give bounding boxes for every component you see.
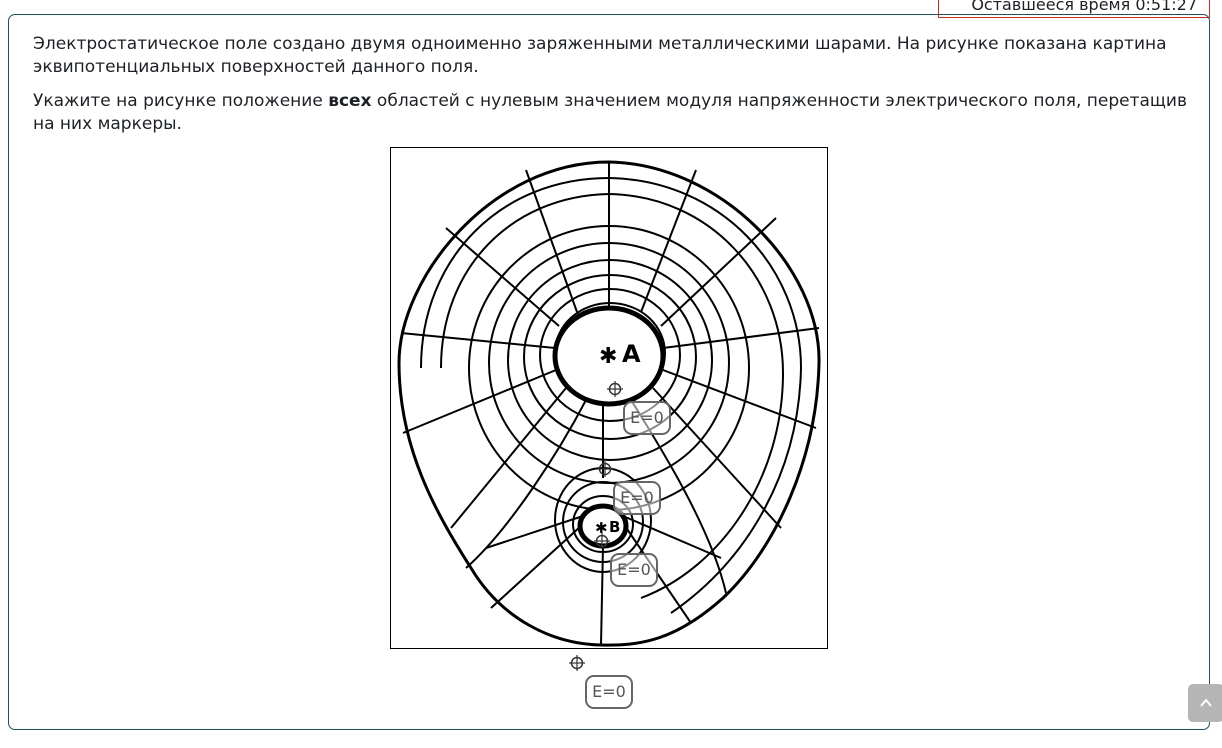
question-paragraph-1: Электростатическое поле создано двумя од… (33, 34, 1167, 77)
question-text-before: Укажите на рисунке положение (33, 91, 329, 111)
label-b: B (609, 518, 620, 536)
crosshair-icon[interactable] (607, 381, 623, 397)
svg-text:✱: ✱ (599, 344, 617, 369)
label-a: A (622, 340, 641, 368)
scroll-to-top-button[interactable] (1188, 684, 1222, 722)
question-text-bold: всех (328, 91, 372, 111)
crosshair-icon[interactable] (594, 533, 610, 549)
question-paragraph-2: Укажите на рисунке положение всех област… (33, 90, 1193, 136)
timer-text: Оставшееся время 0:51:27 (971, 0, 1197, 14)
equipotential-drawing: ✱ A ✱ B (397, 160, 821, 647)
equipotential-figure[interactable]: ✱ A ✱ B (390, 147, 828, 649)
crosshair-icon[interactable] (569, 655, 585, 671)
marker-label[interactable]: E=0 (613, 481, 661, 515)
marker-label[interactable]: E=0 (623, 401, 671, 435)
marker-label[interactable]: E=0 (610, 553, 658, 587)
arrow-up-icon (1200, 698, 1212, 707)
crosshair-icon[interactable] (597, 461, 613, 477)
marker-label[interactable]: E=0 (585, 675, 633, 709)
